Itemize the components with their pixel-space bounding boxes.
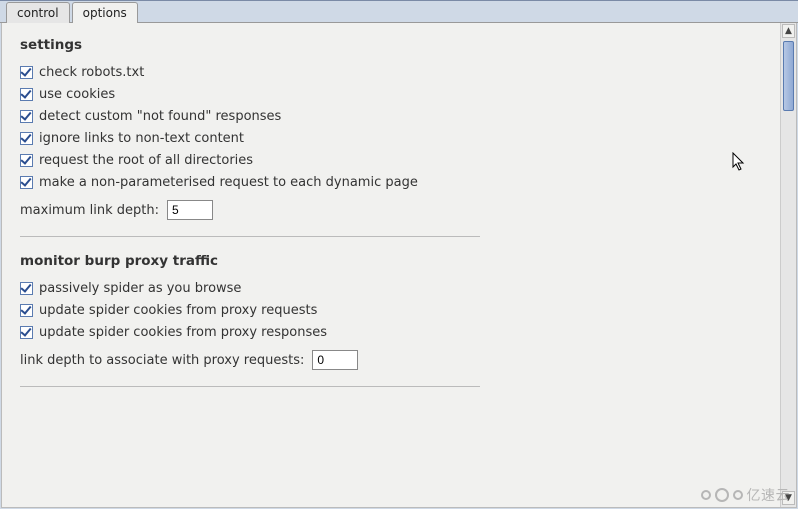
tab-bar: control options [0, 1, 798, 23]
detect-404-label: detect custom "not found" responses [39, 109, 281, 124]
use-cookies-checkbox[interactable] [20, 88, 33, 101]
watermark-text: 亿速云 [747, 485, 791, 505]
tab-control[interactable]: control [6, 2, 70, 23]
tab-options[interactable]: options [72, 2, 138, 23]
request-root-checkbox[interactable] [20, 154, 33, 167]
update-from-requests-checkbox[interactable] [20, 304, 33, 317]
ignore-nontext-label: ignore links to non-text content [39, 131, 244, 146]
update-from-requests-label: update spider cookies from proxy request… [39, 303, 317, 318]
passive-spider-label: passively spider as you browse [39, 281, 241, 296]
proxy-depth-input[interactable] [312, 350, 358, 370]
ignore-nontext-checkbox[interactable] [20, 132, 33, 145]
separator-2 [20, 386, 480, 387]
max-depth-label: maximum link depth: [20, 203, 159, 218]
monitor-heading: monitor burp proxy traffic [20, 253, 762, 269]
check-robots-checkbox[interactable] [20, 66, 33, 79]
update-from-responses-checkbox[interactable] [20, 326, 33, 339]
proxy-depth-label: link depth to associate with proxy reque… [20, 353, 304, 368]
request-root-label: request the root of all directories [39, 153, 253, 168]
nonparam-request-label: make a non-parameterised request to each… [39, 175, 418, 190]
options-panel: settings check robots.txt use cookies de… [2, 23, 780, 507]
passive-spider-checkbox[interactable] [20, 282, 33, 295]
check-robots-label: check robots.txt [39, 65, 144, 80]
scroll-up-arrow-icon[interactable]: ▲ [782, 24, 795, 38]
watermark: 亿速云 [701, 485, 791, 505]
separator [20, 236, 480, 237]
max-depth-input[interactable] [167, 200, 213, 220]
vertical-scrollbar[interactable]: ▲ ▼ [780, 23, 796, 507]
update-from-responses-label: update spider cookies from proxy respons… [39, 325, 327, 340]
scroll-thumb[interactable] [783, 41, 794, 111]
detect-404-checkbox[interactable] [20, 110, 33, 123]
use-cookies-label: use cookies [39, 87, 115, 102]
nonparam-request-checkbox[interactable] [20, 176, 33, 189]
settings-heading: settings [20, 37, 762, 53]
